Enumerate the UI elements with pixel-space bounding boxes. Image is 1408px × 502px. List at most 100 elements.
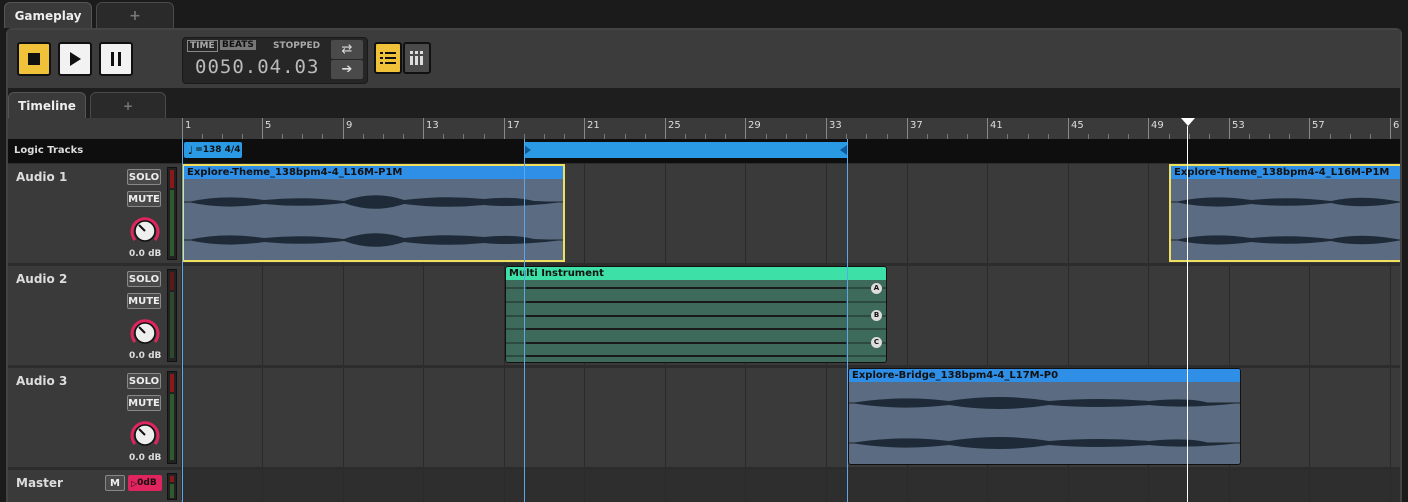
loop-button[interactable]: ⇄: [331, 40, 363, 59]
multi-instrument-clip[interactable]: Multi Instrument A B C: [505, 266, 887, 363]
solo-button[interactable]: SOLO: [127, 271, 161, 287]
plus-icon: +: [122, 98, 134, 113]
audio-clip[interactable]: Explore-Bridge_138bpm4-4_L17M-P0: [848, 368, 1241, 465]
track-name: Audio 3: [16, 374, 68, 388]
stop-button[interactable]: [17, 42, 51, 76]
play-button[interactable]: [58, 42, 92, 76]
mute-button[interactable]: MUTE: [127, 293, 161, 309]
pause-button[interactable]: [99, 42, 133, 76]
grid-view-button[interactable]: [403, 42, 431, 74]
gain-knob[interactable]: [129, 316, 161, 348]
plus-icon: +: [129, 7, 141, 24]
ruler-tick: 41: [990, 120, 1003, 131]
mute-button[interactable]: MUTE: [127, 191, 161, 207]
ruler-tick: 13: [426, 120, 439, 131]
timeline-start-line: [182, 139, 183, 502]
arrow-right-icon: ➔: [341, 62, 353, 77]
ruler-tick: 49: [1151, 120, 1164, 131]
level-meter: [167, 371, 177, 464]
ruler-tick: 5: [265, 120, 272, 131]
tempo-marker[interactable]: ♩ =138 4/4: [184, 142, 242, 158]
master-mute-button[interactable]: M: [105, 475, 125, 491]
ruler-tick: 25: [668, 120, 681, 131]
logic-tracks-label: Logic Tracks: [14, 145, 84, 156]
tab-label: Gameplay: [14, 8, 82, 23]
solo-button[interactable]: SOLO: [127, 169, 161, 185]
waveform: [849, 397, 1240, 449]
loop-icon: ⇄: [341, 42, 353, 57]
waveform: [184, 195, 563, 247]
track-name: Master: [16, 476, 63, 490]
waveform: [1171, 197, 1400, 245]
follow-button[interactable]: ➔: [331, 60, 363, 79]
tab-label: Timeline: [18, 98, 76, 113]
tab-gameplay[interactable]: Gameplay: [4, 2, 92, 28]
gain-knob[interactable]: [129, 418, 161, 450]
tempo-value: =138 4/4: [195, 145, 241, 155]
track-lane-master[interactable]: [182, 470, 1400, 502]
clip-title: Explore-Theme_138bpm4-4_L16M-P1M: [184, 166, 563, 179]
view-tab-bar: [8, 88, 1400, 118]
ruler-tick: 9: [346, 120, 353, 131]
track-name: Audio 2: [16, 272, 68, 286]
track-header-audio-2[interactable]: Audio 2 SOLO MUTE 0.0 dB: [8, 266, 181, 365]
audio-clip[interactable]: Explore-Theme_138bpm4-4_L16M-P1M: [182, 164, 565, 262]
ruler-tick: 29: [748, 120, 761, 131]
instrument-row-label: A: [871, 283, 882, 294]
tab-timeline[interactable]: Timeline: [8, 92, 86, 118]
time-mode-toggle[interactable]: TIME: [187, 40, 218, 52]
gain-value: 0.0 dB: [129, 249, 162, 259]
level-meter: [167, 473, 177, 500]
columns-icon: [410, 51, 423, 65]
audio-clip[interactable]: Explore-Theme_138bpm4-4_L16M-P1M: [1169, 164, 1400, 262]
mute-button[interactable]: MUTE: [127, 395, 161, 411]
playhead-line: [1187, 126, 1188, 502]
transport-status: STOPPED: [273, 41, 321, 51]
list-icon: [380, 52, 396, 64]
ruler-tick: 45: [1071, 120, 1084, 131]
ruler-corner: [8, 118, 182, 139]
master-gain-value: 0dB: [137, 478, 157, 488]
add-view-button[interactable]: +: [90, 92, 166, 118]
gain-value: 0.0 dB: [129, 351, 162, 361]
add-tab-button[interactable]: +: [96, 2, 174, 28]
play-icon: [70, 52, 81, 66]
track-header-master[interactable]: Master M ▷ 0dB: [8, 470, 181, 502]
loop-start-handle[interactable]: [524, 145, 532, 155]
level-meter: [167, 167, 177, 260]
note-icon: ♩: [188, 143, 194, 157]
loop-end-handle[interactable]: [839, 145, 847, 155]
ruler-tick: 1: [185, 120, 192, 131]
track-header-audio-3[interactable]: Audio 3 SOLO MUTE 0.0 dB: [8, 368, 181, 467]
waveform: [506, 287, 886, 357]
track-name: Audio 1: [16, 170, 68, 184]
master-gain-fader[interactable]: ▷ 0dB: [128, 475, 162, 491]
ruler-tick: 33: [829, 120, 842, 131]
ruler-tick: 53: [1232, 120, 1245, 131]
loop-region[interactable]: [524, 142, 847, 158]
pause-icon: [111, 52, 121, 66]
ruler-tick: 6: [1393, 120, 1400, 131]
playhead-marker[interactable]: [1180, 117, 1196, 127]
stop-icon: [28, 53, 40, 65]
solo-button[interactable]: SOLO: [127, 373, 161, 389]
instrument-row-label: B: [871, 310, 882, 321]
position-readout: 0050.04.03: [195, 56, 320, 78]
ruler-tick: 17: [507, 120, 520, 131]
beats-mode-toggle[interactable]: BEATS: [220, 40, 256, 50]
ruler-tick: 57: [1312, 120, 1325, 131]
ruler-tick: 37: [910, 120, 923, 131]
level-meter: [167, 269, 177, 362]
instrument-row-label: C: [871, 337, 882, 348]
list-view-button[interactable]: [374, 42, 402, 74]
timeline-ruler[interactable]: 1 5 9 13 17 21 25 29 33 37 41 45 49 53 5…: [182, 118, 1400, 139]
clip-title: Multi Instrument: [506, 267, 886, 280]
gain-knob[interactable]: [129, 214, 161, 246]
loop-start-line: [524, 139, 525, 502]
ruler-tick: 21: [587, 120, 600, 131]
clip-title: Explore-Bridge_138bpm4-4_L17M-P0: [849, 369, 1240, 382]
gain-value: 0.0 dB: [129, 453, 162, 463]
clip-title: Explore-Theme_138bpm4-4_L16M-P1M: [1171, 166, 1400, 179]
track-header-audio-1[interactable]: Audio 1 SOLO MUTE 0.0 dB: [8, 164, 181, 263]
loop-end-line: [847, 139, 848, 502]
